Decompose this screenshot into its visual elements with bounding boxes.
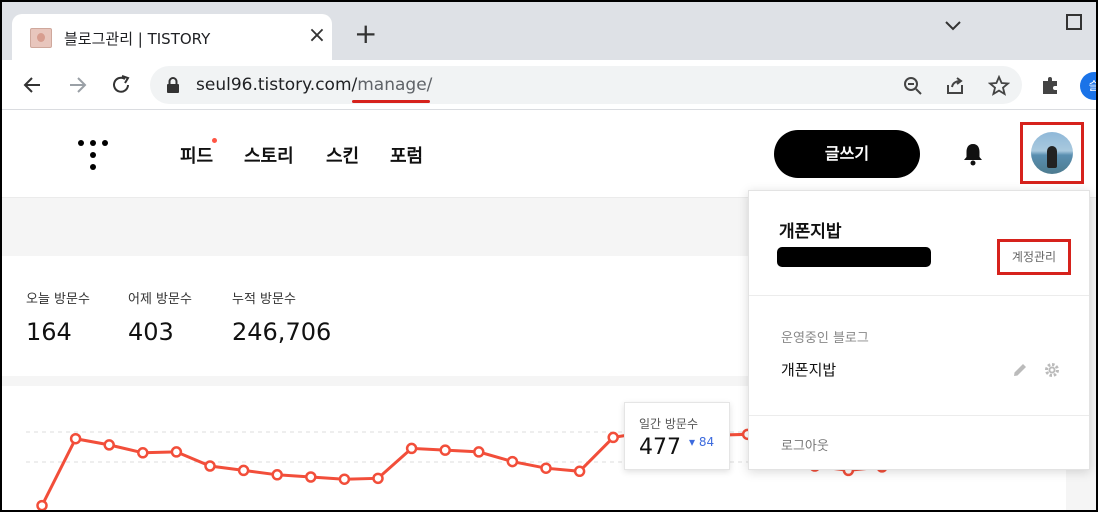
stat-total-label: 누적 방문수 (232, 292, 296, 307)
new-tab-button[interactable]: + (354, 20, 377, 48)
tab-close-button[interactable]: × (304, 23, 330, 49)
share-icon[interactable] (944, 75, 966, 97)
reload-icon[interactable] (108, 72, 134, 98)
down-arrow-icon: ▾ (689, 435, 696, 449)
stat-total-value: 246,706 (232, 318, 332, 346)
back-icon[interactable] (20, 72, 46, 98)
chart-point[interactable] (506, 455, 519, 468)
chart-point[interactable] (439, 444, 451, 456)
chart-point[interactable] (204, 460, 216, 472)
chart-point[interactable] (305, 471, 317, 483)
tab-strip: 블로그관리 | TISTORY × + (2, 2, 1096, 60)
nav-feed[interactable]: 피드 (180, 142, 213, 168)
redacted-email (777, 247, 931, 267)
tooltip-delta-value: 84 (698, 435, 715, 449)
tab-title: 블로그관리 | TISTORY (64, 30, 211, 48)
account-manage-highlight: 계정관리 (997, 239, 1071, 275)
stat-yesterday-value: 403 (128, 318, 174, 346)
settings-gear-icon[interactable] (1043, 361, 1061, 379)
new-notification-dot (212, 138, 217, 143)
divider (749, 415, 1089, 416)
chart-point[interactable] (338, 473, 351, 485)
url-path: manage/ (357, 75, 433, 95)
chart-point[interactable] (170, 446, 183, 458)
profile-avatar[interactable] (1031, 132, 1073, 174)
lock-icon[interactable] (166, 77, 180, 93)
tooltip-value: 477 (639, 435, 681, 460)
logout-link[interactable]: 로그아웃 (781, 435, 829, 454)
chart-point[interactable] (372, 472, 384, 485)
chart-tooltip: 일간 방문수 477 ▾ 84 (624, 402, 730, 470)
bookmark-star-icon[interactable] (988, 75, 1010, 97)
chart-point[interactable] (237, 464, 250, 477)
chart-point[interactable] (405, 442, 418, 455)
chart-point[interactable] (573, 465, 586, 478)
tooltip-label: 일간 방문수 (639, 417, 699, 431)
forward-icon[interactable] (64, 72, 90, 98)
tistory-logo-icon[interactable] (76, 136, 110, 170)
profile-avatar-highlight (1020, 122, 1084, 184)
chart-point[interactable] (36, 499, 48, 510)
chart-point[interactable] (473, 446, 485, 458)
chart-point[interactable] (271, 469, 283, 481)
blog-list-item[interactable]: 개폰지밥 (781, 359, 836, 380)
chart-point[interactable] (103, 439, 115, 451)
tab-search-icon[interactable] (942, 14, 964, 36)
chart-point[interactable] (137, 447, 149, 459)
stat-yesterday-label: 어제 방문수 (128, 292, 192, 307)
account-blog-name: 개폰지밥 (779, 222, 842, 242)
chart-point[interactable] (540, 462, 552, 474)
stat-today-label: 오늘 방문수 (26, 292, 90, 307)
extensions-puzzle-icon[interactable] (1040, 74, 1062, 96)
url-underline-annotation (352, 100, 430, 103)
account-dropdown: 개폰지밥 계정관리 운영중인 블로그 개폰지밥 로그아웃 (748, 190, 1090, 470)
profile-avatar-button[interactable]: 슬 (1080, 72, 1096, 100)
zoom-icon[interactable] (902, 75, 924, 97)
edit-pencil-icon[interactable] (1011, 361, 1029, 379)
tistory-header: 피드 스토리 스킨 포럼 글쓰기 (2, 110, 1096, 198)
bell-icon[interactable] (962, 142, 984, 166)
stat-today-value: 164 (26, 318, 72, 346)
divider (749, 295, 1089, 296)
account-manage-link[interactable]: 계정관리 (1000, 242, 1068, 272)
write-post-button[interactable]: 글쓰기 (774, 130, 920, 178)
nav-story[interactable]: 스토리 (244, 142, 294, 168)
url-text[interactable]: seul96.tistory.com/manage/ (196, 75, 432, 95)
maximize-button[interactable] (1066, 14, 1082, 30)
active-tab[interactable]: 블로그관리 | TISTORY × (12, 14, 332, 60)
nav-skin[interactable]: 스킨 (326, 142, 359, 168)
nav-forum[interactable]: 포럼 (390, 142, 423, 168)
running-blogs-heading: 운영중인 블로그 (781, 331, 869, 346)
address-bar[interactable]: seul96.tistory.com/manage/ (150, 66, 1022, 104)
chart-point[interactable] (69, 432, 82, 445)
favicon-icon (30, 28, 52, 48)
browser-toolbar: seul96.tistory.com/manage/ 슬 (2, 60, 1096, 110)
chart-point[interactable] (607, 431, 619, 444)
tooltip-delta: ▾ 84 (689, 435, 714, 449)
browser-window: 블로그관리 | TISTORY × + seul96.tistory.com/m… (2, 2, 1096, 510)
url-host: seul96.tistory.com/ (196, 75, 358, 95)
